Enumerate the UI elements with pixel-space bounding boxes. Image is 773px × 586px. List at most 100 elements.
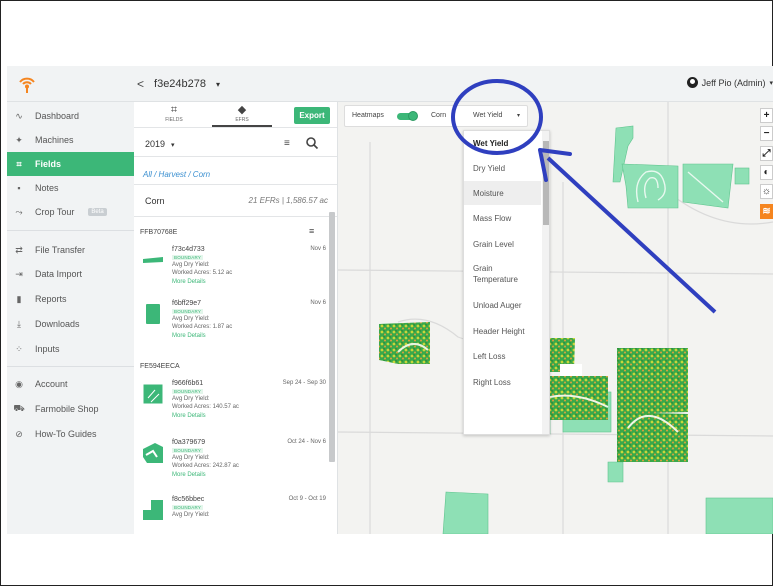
filter-icon[interactable]: ≡ <box>284 138 290 149</box>
sidebar-item-downloads[interactable]: ⤓ Downloads <box>7 312 134 336</box>
machines-icon: ✦ <box>15 134 23 145</box>
sidebar-item-label: How-To Guides <box>35 429 97 439</box>
menu-item-header-height[interactable]: Header Height <box>464 319 541 343</box>
tab-efrs[interactable]: ◆ EFRS <box>212 105 272 127</box>
boundary-badge: BOUNDARY <box>172 255 204 260</box>
dashboard-icon: ∿ <box>15 110 23 121</box>
menu-item-mass-flow[interactable]: Mass Flow <box>464 206 541 230</box>
user-avatar-icon <box>686 77 698 88</box>
efr-name: f8c56bbec <box>172 496 205 503</box>
group-label: FFB70768E <box>140 229 178 236</box>
export-button[interactable]: Export <box>294 107 330 124</box>
efr-name: f0a379679 <box>172 439 206 446</box>
sidebar-item-account[interactable]: ◉ Account <box>7 372 134 396</box>
sidebar-item-fields[interactable]: ⌗ Fields <box>7 152 134 176</box>
menu-item-moisture[interactable]: Moisture <box>464 181 541 205</box>
efr-panel: ⌗ FIELDS ◆ EFRS Export 2019 ▾ ≡ All / Harve… <box>134 102 338 534</box>
sidebar-item-dashboard[interactable]: ∿ Dashboard <box>7 104 134 128</box>
menu-item-unload-auger[interactable]: Unload Auger <box>464 293 541 317</box>
year-selector[interactable]: 2019 ▾ <box>145 139 175 149</box>
sidebar-item-crop-tour[interactable]: ⤳ Crop Tour Beta <box>7 200 134 224</box>
more-details-link[interactable]: More Details <box>172 279 206 285</box>
more-details-link[interactable]: More Details <box>172 472 206 478</box>
efr-acres: Worked Acres: 140.57 ac <box>172 404 239 410</box>
layers-icon[interactable]: ≋ <box>760 204 773 219</box>
sidebar-item-file-transfer[interactable]: ⇄ File Transfer <box>7 238 134 262</box>
crop-name: Corn <box>145 196 165 206</box>
efr-list-item[interactable]: f6bff29e7 Nov 6 BOUNDARY Avg Dry Yield: … <box>134 300 330 356</box>
map-view[interactable]: Heatmaps Corn Wet Yield ▾ Wet Yield Dry … <box>338 102 773 534</box>
back-arrow-icon[interactable]: < <box>137 77 144 91</box>
sidebar-item-data-import[interactable]: ⇥ Data Import <box>7 262 134 286</box>
boundary-badge: BOUNDARY <box>172 448 204 453</box>
efr-date: Nov 6 <box>310 246 326 252</box>
chevron-down-icon: ▾ <box>171 142 175 149</box>
metric-select[interactable]: Wet Yield <box>473 112 502 119</box>
zoom-in-button[interactable]: + <box>760 108 773 123</box>
efr-name: f966f6b61 <box>172 380 204 387</box>
globe-icon[interactable]: ◐ <box>760 165 773 180</box>
sidebar-item-label: Farmobile Shop <box>35 404 99 414</box>
efr-date: Oct 9 - Oct 19 <box>288 496 326 502</box>
fullscreen-icon[interactable]: ⤢ <box>760 146 773 161</box>
efrs-icon: ◆ <box>237 104 247 116</box>
map-canvas <box>338 102 773 534</box>
chevron-down-icon[interactable]: ▾ <box>517 112 520 119</box>
chevron-down-icon[interactable]: ▾ <box>769 79 773 87</box>
divider <box>134 184 337 185</box>
sidebar-item-notes[interactable]: ▪ Notes <box>7 176 134 200</box>
menu-item-right-loss[interactable]: Right Loss <box>464 370 541 394</box>
more-details-link[interactable]: More Details <box>172 413 206 419</box>
tab-fields[interactable]: ⌗ FIELDS <box>144 105 204 124</box>
user-name[interactable]: Jeff Pio (Admin) <box>702 78 766 88</box>
beta-badge: Beta <box>88 208 107 216</box>
sidebar-item-how-to-guides[interactable]: ⊘ How-To Guides <box>7 422 134 446</box>
search-icon[interactable] <box>305 136 319 150</box>
sort-icon[interactable]: ≡ <box>309 226 314 236</box>
panel-tabs: ⌗ FIELDS ◆ EFRS Export <box>134 102 337 128</box>
sidebar-item-machines[interactable]: ✦ Machines <box>7 128 134 152</box>
more-details-link[interactable]: More Details <box>172 333 206 339</box>
sidebar-divider <box>7 230 134 231</box>
sidebar-item-label: Inputs <box>35 344 60 354</box>
efr-list-item[interactable]: f966f6b61 Sep 24 - Sep 30 BOUNDARY Avg D… <box>134 380 330 436</box>
efr-list-item[interactable]: f73c4d733 Nov 6 BOUNDARY Avg Dry Yield: … <box>134 246 330 302</box>
menu-item-grain-temperature[interactable]: Grain Temperature <box>464 257 524 291</box>
menu-item-dry-yield[interactable]: Dry Yield <box>464 156 541 180</box>
efr-date: Sep 24 - Sep 30 <box>282 380 326 386</box>
field-boundary-thumbnail <box>143 257 163 263</box>
crop-tour-icon: ⤳ <box>15 206 23 217</box>
sidebar-item-label: Dashboard <box>35 111 80 121</box>
dropdown-scrollbar[interactable] <box>542 131 549 434</box>
toggle-knob <box>408 111 418 121</box>
sidebar-item-reports[interactable]: ▮ Reports <box>7 287 134 311</box>
efr-list-item[interactable]: f0a379679 Oct 24 - Nov 6 BOUNDARY Avg Dr… <box>134 439 330 495</box>
field-boundary-thumbnail <box>143 500 163 520</box>
menu-item-wet-yield[interactable]: Wet Yield <box>464 131 541 155</box>
tab-label: EFRS <box>235 117 249 123</box>
divider <box>134 216 337 217</box>
notes-icon: ▪ <box>17 183 21 193</box>
sidebar-item-inputs[interactable]: ⁘ Inputs <box>7 337 134 361</box>
data-import-icon: ⇥ <box>15 268 23 279</box>
weather-icon[interactable]: ☼ <box>760 184 773 199</box>
efr-list-item[interactable]: f8c56bbec Oct 9 - Oct 19 BOUNDARY Avg Dr… <box>134 496 330 534</box>
sidebar-item-farmobile-shop[interactable]: ⛟ Farmobile Shop <box>7 397 134 421</box>
scrollbar-thumb[interactable] <box>543 141 549 225</box>
heatmaps-toggle[interactable] <box>397 111 418 121</box>
sidebar-item-label: Reports <box>35 294 67 304</box>
efr-breadcrumb[interactable]: All / Harvest / Corn <box>143 170 210 179</box>
boundary-badge: BOUNDARY <box>172 309 204 314</box>
chevron-down-icon[interactable]: ▾ <box>216 80 220 89</box>
menu-item-grain-level[interactable]: Grain Level <box>464 232 541 256</box>
field-boundary-thumbnail <box>143 443 163 463</box>
menu-item-left-loss[interactable]: Left Loss <box>464 344 541 368</box>
zoom-out-button[interactable]: − <box>760 126 773 141</box>
panel-scrollbar[interactable] <box>329 212 335 462</box>
sidebar-item-label: Crop Tour <box>35 207 75 217</box>
downloads-icon: ⤓ <box>17 318 21 329</box>
file-transfer-icon: ⇄ <box>15 244 23 255</box>
help-icon: ⊘ <box>15 428 23 439</box>
user-menu[interactable]: Jeff Pio (Admin) ▾ <box>686 77 773 88</box>
field-id-selector[interactable]: f3e24b278 <box>154 78 206 90</box>
